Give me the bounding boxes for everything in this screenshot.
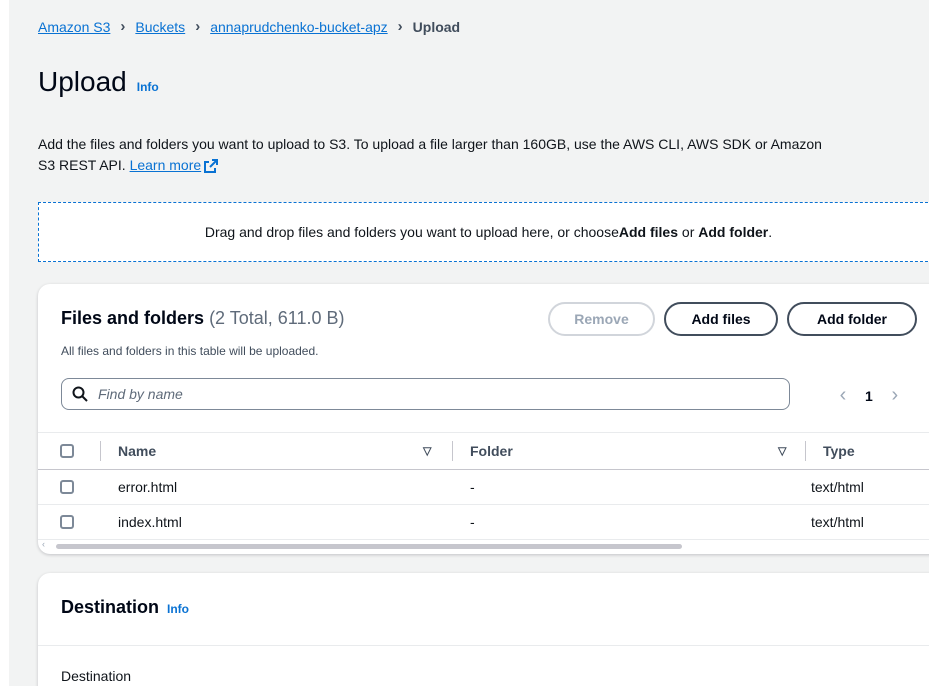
table-header: Name ▽ Folder ▽ Type [38,432,929,470]
description-line-2: S3 REST API. Learn more [38,155,929,176]
chevron-left-icon[interactable]: ‹ [833,384,853,407]
destination-panel: Destination Info Destination [38,573,929,686]
info-link[interactable]: Info [137,80,159,94]
dropzone-add-folder: Add folder [698,224,769,240]
dropzone-end: . [768,224,773,240]
files-panel-title: Files and folders (2 Total, 611.0 B) [61,308,344,329]
row-type: text/html [811,479,864,495]
caret-down-icon[interactable]: ▽ [423,445,431,458]
add-files-button[interactable]: Add files [664,302,778,336]
pagination: ‹ 1 › [833,384,905,407]
description-line-2-text: S3 REST API. [38,157,126,173]
learn-more-label: Learn more [129,157,202,173]
column-divider[interactable] [805,441,806,461]
destination-panel-title: Destination [61,597,160,617]
destination-info-link[interactable]: Info [167,602,189,616]
description-line-1: Add the files and folders you want to up… [38,136,822,152]
learn-more-link[interactable]: Learn more [129,157,219,174]
add-folder-button[interactable]: Add folder [787,302,917,336]
chevron-right-icon: › [195,18,201,35]
row-name: index.html [118,514,182,530]
page: Amazon S3 › Buckets › annaprudchenko-buc… [9,0,929,686]
breadcrumb-bucket[interactable]: annaprudchenko-bucket-apz [210,19,387,35]
breadcrumb-current: Upload [412,18,461,35]
column-name[interactable]: Name [118,443,156,459]
chevron-right-icon: › [397,18,403,35]
breadcrumb-buckets[interactable]: Buckets [135,19,185,35]
chevron-left-icon[interactable]: ‹ [42,539,45,549]
select-all-checkbox[interactable] [60,444,74,458]
breadcrumb-amazon-s3[interactable]: Amazon S3 [38,19,110,35]
table-row: error.html - text/html [38,470,929,505]
caret-down-icon[interactable]: ▽ [778,445,786,458]
horizontal-scrollbar[interactable]: ‹ [42,539,929,550]
files-and-folders-panel: Files and folders (2 Total, 611.0 B) All… [38,284,929,554]
destination-label: Destination [61,668,132,684]
remove-button[interactable]: Remove [548,302,655,336]
page-header: Upload Info [38,66,159,98]
files-table: Name ▽ Folder ▽ Type error.html - text/h… [38,432,929,540]
dropzone-text: Drag and drop files and folders you want… [204,224,619,240]
page-title: Upload [38,66,127,97]
external-link-icon [204,159,219,174]
page-description: Add the files and folders you want to up… [38,134,929,176]
row-name: error.html [118,479,178,495]
column-divider [100,441,101,461]
search-box [61,378,790,410]
chevron-right-icon: › [120,18,126,35]
row-checkbox[interactable] [60,480,74,494]
files-panel-title-text: Files and folders [61,308,205,328]
dropzone-or: or [678,224,699,240]
divider [38,645,929,646]
destination-panel-header: Destination Info [61,597,189,618]
column-divider[interactable] [452,441,453,461]
page-number[interactable]: 1 [865,388,873,404]
scrollbar-thumb[interactable] [56,544,682,549]
search-input[interactable] [96,385,700,403]
row-type: text/html [811,514,864,530]
column-type[interactable]: Type [823,443,855,459]
row-folder: - [470,514,475,530]
row-checkbox[interactable] [60,515,74,529]
table-row: index.html - text/html [38,505,929,540]
chevron-right-icon[interactable]: › [885,384,905,407]
files-panel-counter: (2 Total, 611.0 B) [209,308,345,328]
drop-zone[interactable]: Drag and drop files and folders you want… [38,202,929,262]
row-folder: - [470,479,475,495]
column-folder[interactable]: Folder [470,443,513,459]
search-icon [72,386,88,402]
dropzone-add-files: Add files [618,224,679,240]
breadcrumb: Amazon S3 › Buckets › annaprudchenko-buc… [38,18,460,35]
files-panel-subtitle: All files and folders in this table will… [61,344,319,358]
